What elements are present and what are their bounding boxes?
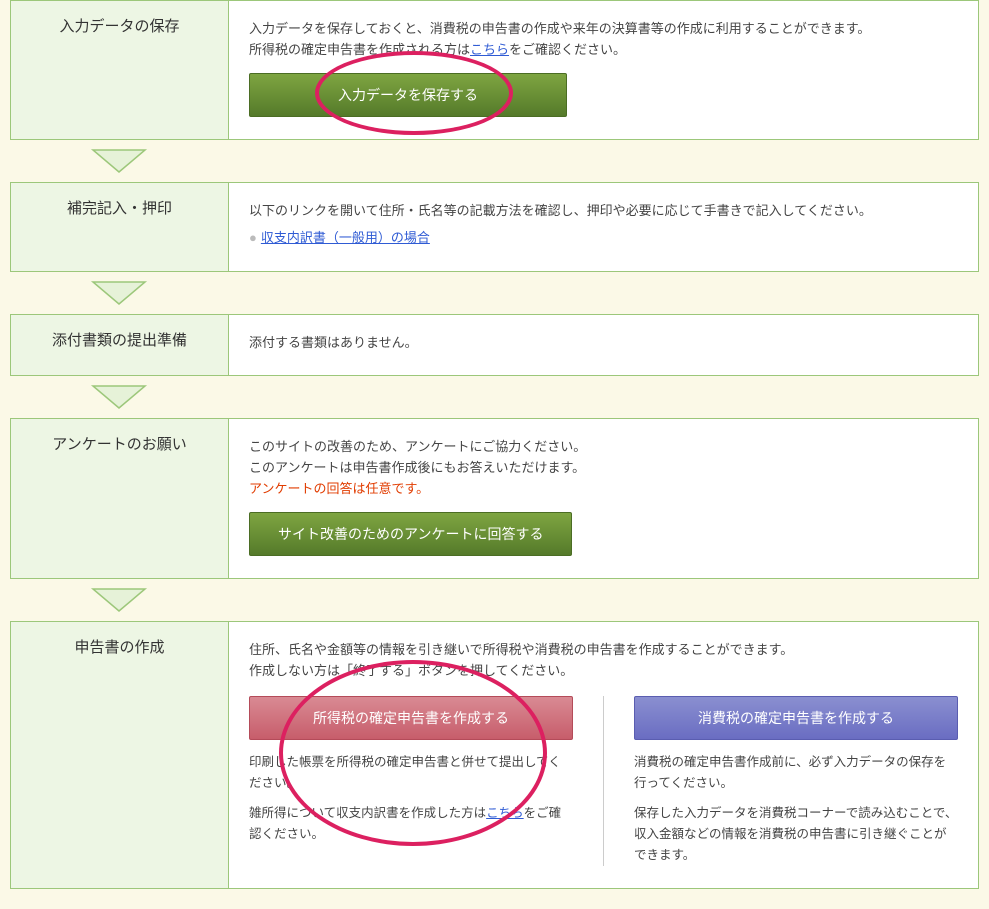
save-data-description-2: 所得税の確定申告書を作成される方はこちらをご確認ください。 (249, 40, 958, 61)
survey-line-3-optional: アンケートの回答は任意です。 (249, 479, 958, 500)
create-return-columns: 所得税の確定申告書を作成する 印刷した帳票を所得税の確定申告書と併せて提出してく… (249, 696, 958, 867)
section-attachments-title: 添付書類の提出準備 (11, 315, 229, 376)
chevron-down-icon (89, 278, 149, 308)
section-create-return-body: 住所、氏名や金額等の情報を引き継いで所得税や消費税の申告書を作成することができま… (229, 622, 978, 888)
chevron-down-icon (89, 146, 149, 176)
create-return-line-1: 住所、氏名や金額等の情報を引き継いで所得税や消費税の申告書を作成することができま… (249, 640, 958, 661)
survey-line-1: このサイトの改善のため、アンケートにご協力ください。 (249, 437, 958, 458)
income-tax-column: 所得税の確定申告書を作成する 印刷した帳票を所得税の確定申告書と併せて提出してく… (249, 696, 573, 867)
chevron-down-icon (89, 382, 149, 412)
income-tax-note-2: 雑所得について収支内訳書を作成した方はこちらをご確認ください。 (249, 803, 573, 846)
section-create-return-title: 申告書の作成 (11, 622, 229, 888)
section-survey-title: アンケートのお願い (11, 419, 229, 578)
create-return-line-2: 作成しない方は「終了する」ボタンを押してください。 (249, 661, 958, 682)
section-survey: アンケートのお願い このサイトの改善のため、アンケートにご協力ください。 このア… (10, 418, 979, 579)
income-tax-kochira-link[interactable]: こちら (486, 806, 524, 820)
income-tax-note-2-prefix: 雑所得について収支内訳書を作成した方は (249, 806, 486, 820)
save-input-data-button[interactable]: 入力データを保存する (249, 73, 567, 117)
survey-line-2: このアンケートは申告書作成後にもお答えいただけます。 (249, 458, 958, 479)
create-income-tax-return-button[interactable]: 所得税の確定申告書を作成する (249, 696, 573, 740)
bullet-icon: ● (249, 230, 261, 245)
arrow-down-2 (10, 278, 228, 308)
arrow-down-1 (10, 146, 228, 176)
section-fill-supplement: 補完記入・押印 以下のリンクを開いて住所・氏名等の記載方法を確認し、押印や必要に… (10, 182, 979, 272)
answer-survey-button[interactable]: サイト改善のためのアンケートに回答する (249, 512, 572, 556)
fill-link-row: ●収支内訳書（一般用）の場合 (249, 228, 958, 249)
section-save-data-title: 入力データの保存 (11, 1, 229, 139)
statement-general-link[interactable]: 収支内訳書（一般用）の場合 (261, 230, 430, 245)
income-tax-note-1: 印刷した帳票を所得税の確定申告書と併せて提出してください。 (249, 752, 573, 795)
consumption-tax-note-2: 保存した入力データを消費税コーナーで読み込むことで、収入金額などの情報を消費税の… (634, 803, 958, 867)
save-data-kochira-link[interactable]: こちら (470, 42, 509, 57)
section-save-data-body: 入力データを保存しておくと、消費税の申告書の作成や来年の決算書等の作成に利用する… (229, 1, 978, 139)
section-attachments: 添付書類の提出準備 添付する書類はありません。 (10, 314, 979, 377)
section-fill-body: 以下のリンクを開いて住所・氏名等の記載方法を確認し、押印や必要に応じて手書きで記… (229, 183, 978, 271)
save-data-description-2-suffix: をご確認ください。 (509, 42, 626, 57)
save-data-description-2-prefix: 所得税の確定申告書を作成される方は (249, 42, 470, 57)
consumption-tax-column: 消費税の確定申告書を作成する 消費税の確定申告書作成前に、必ず入力データの保存を… (603, 696, 958, 867)
attachments-description: 添付する書類はありません。 (249, 333, 958, 354)
section-fill-title: 補完記入・押印 (11, 183, 229, 271)
create-consumption-tax-return-button[interactable]: 消費税の確定申告書を作成する (634, 696, 958, 740)
arrow-down-3 (10, 382, 228, 412)
save-data-button-row: 入力データを保存する (249, 73, 958, 117)
arrow-down-4 (10, 585, 228, 615)
survey-button-row: サイト改善のためのアンケートに回答する (249, 512, 958, 556)
consumption-tax-note-1: 消費税の確定申告書作成前に、必ず入力データの保存を行ってください。 (634, 752, 958, 795)
section-create-return: 申告書の作成 住所、氏名や金額等の情報を引き継いで所得税や消費税の申告書を作成す… (10, 621, 979, 889)
section-save-data: 入力データの保存 入力データを保存しておくと、消費税の申告書の作成や来年の決算書… (10, 0, 979, 140)
section-attachments-body: 添付する書類はありません。 (229, 315, 978, 376)
save-data-description-1: 入力データを保存しておくと、消費税の申告書の作成や来年の決算書等の作成に利用する… (249, 19, 958, 40)
chevron-down-icon (89, 585, 149, 615)
section-survey-body: このサイトの改善のため、アンケートにご協力ください。 このアンケートは申告書作成… (229, 419, 978, 578)
fill-description: 以下のリンクを開いて住所・氏名等の記載方法を確認し、押印や必要に応じて手書きで記… (249, 201, 958, 222)
